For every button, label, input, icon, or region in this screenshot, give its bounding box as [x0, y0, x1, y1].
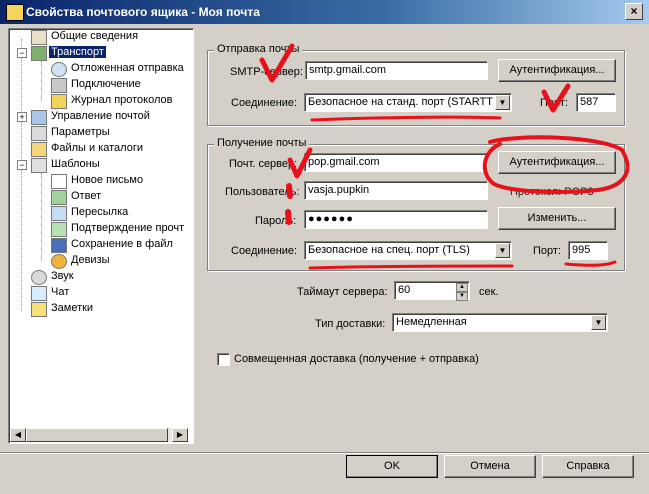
underline-mark: [310, 115, 502, 122]
circle-mark: [483, 135, 630, 194]
mark-icon: [286, 183, 293, 199]
checkmark-icon: [541, 83, 571, 113]
checkmark-icon: [259, 43, 295, 83]
checkmark-icon: [287, 147, 313, 179]
underline-mark: [564, 260, 617, 267]
mark-icon: [285, 209, 292, 225]
red-annotations: [259, 43, 630, 270]
underline-mark: [308, 264, 514, 270]
